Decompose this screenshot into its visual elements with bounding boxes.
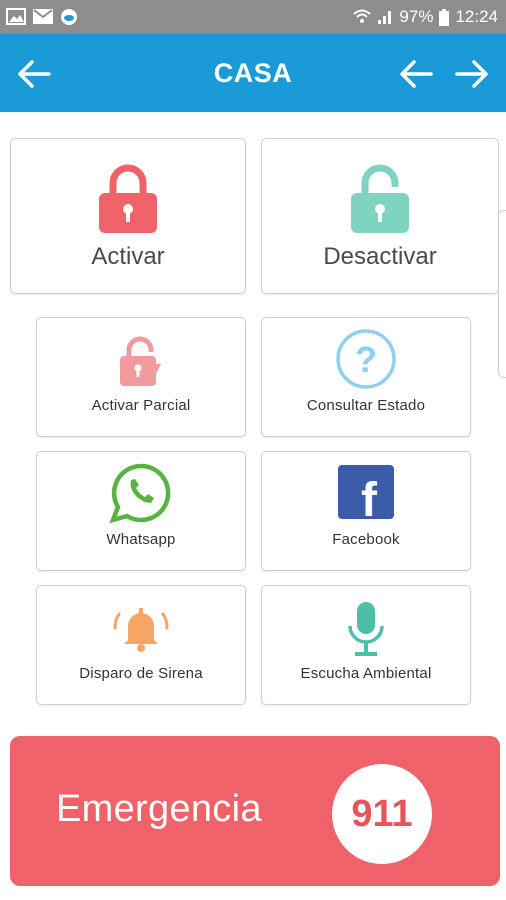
activar-parcial-label: Activar Parcial — [91, 397, 191, 414]
signal-icon — [378, 11, 392, 24]
app-bar: CASA — [0, 34, 506, 112]
activar-button[interactable]: Activar — [10, 138, 246, 294]
system-status: 97% 12:24 — [353, 7, 498, 27]
disparo-sirena-button[interactable]: Disparo de Sirena — [36, 585, 246, 705]
emergency-button[interactable]: Emergencia 911 — [10, 736, 500, 886]
emergency-number: 911 — [351, 793, 413, 835]
notification-icons — [6, 8, 78, 26]
clock: 12:24 — [455, 7, 498, 26]
arrow-right-icon — [455, 60, 488, 88]
facebook-button[interactable]: f Facebook — [261, 451, 471, 571]
whatsapp-button[interactable]: Whatsapp — [36, 451, 246, 571]
wifi-icon — [353, 9, 372, 23]
next-button[interactable] — [452, 54, 492, 94]
consultar-estado-button[interactable]: ? Consultar Estado — [261, 317, 471, 437]
gmail-icon — [33, 9, 53, 24]
padlock-open-icon — [351, 164, 409, 233]
svg-text:?: ? — [355, 339, 377, 380]
svg-text:f: f — [361, 474, 378, 520]
weather-icon — [61, 9, 77, 25]
question-icon: ? — [336, 329, 396, 389]
bell-icon — [113, 608, 169, 652]
battery-percent: 97% — [399, 7, 434, 26]
emergency-number-badge: 911 — [332, 764, 432, 864]
disparo-sirena-label: Disparo de Sirena — [79, 665, 203, 682]
activar-label: Activar — [91, 243, 165, 270]
escucha-ambiental-button[interactable]: Escucha Ambiental — [261, 585, 471, 705]
escucha-ambiental-label: Escucha Ambiental — [300, 665, 432, 682]
side-panel-handle[interactable] — [498, 210, 506, 378]
microphone-icon — [348, 602, 384, 656]
desactivar-label: Desactivar — [323, 243, 437, 270]
padlock-partial-icon — [120, 336, 161, 386]
desactivar-button[interactable]: Desactivar — [261, 138, 499, 294]
status-bar: 97% 12:24 — [0, 0, 506, 34]
image-icon — [6, 8, 26, 25]
whatsapp-label: Whatsapp — [106, 531, 176, 548]
consultar-estado-label: Consultar Estado — [306, 397, 426, 414]
arrow-left-icon — [400, 60, 433, 88]
whatsapp-icon — [109, 463, 171, 524]
battery-icon — [439, 8, 450, 26]
emergency-label: Emergencia — [56, 788, 262, 830]
padlock-closed-icon — [99, 164, 157, 233]
previous-button[interactable] — [396, 54, 436, 94]
facebook-label: Facebook — [332, 531, 400, 548]
activar-parcial-button[interactable]: Activar Parcial — [36, 317, 246, 437]
facebook-icon: f — [338, 465, 394, 520]
